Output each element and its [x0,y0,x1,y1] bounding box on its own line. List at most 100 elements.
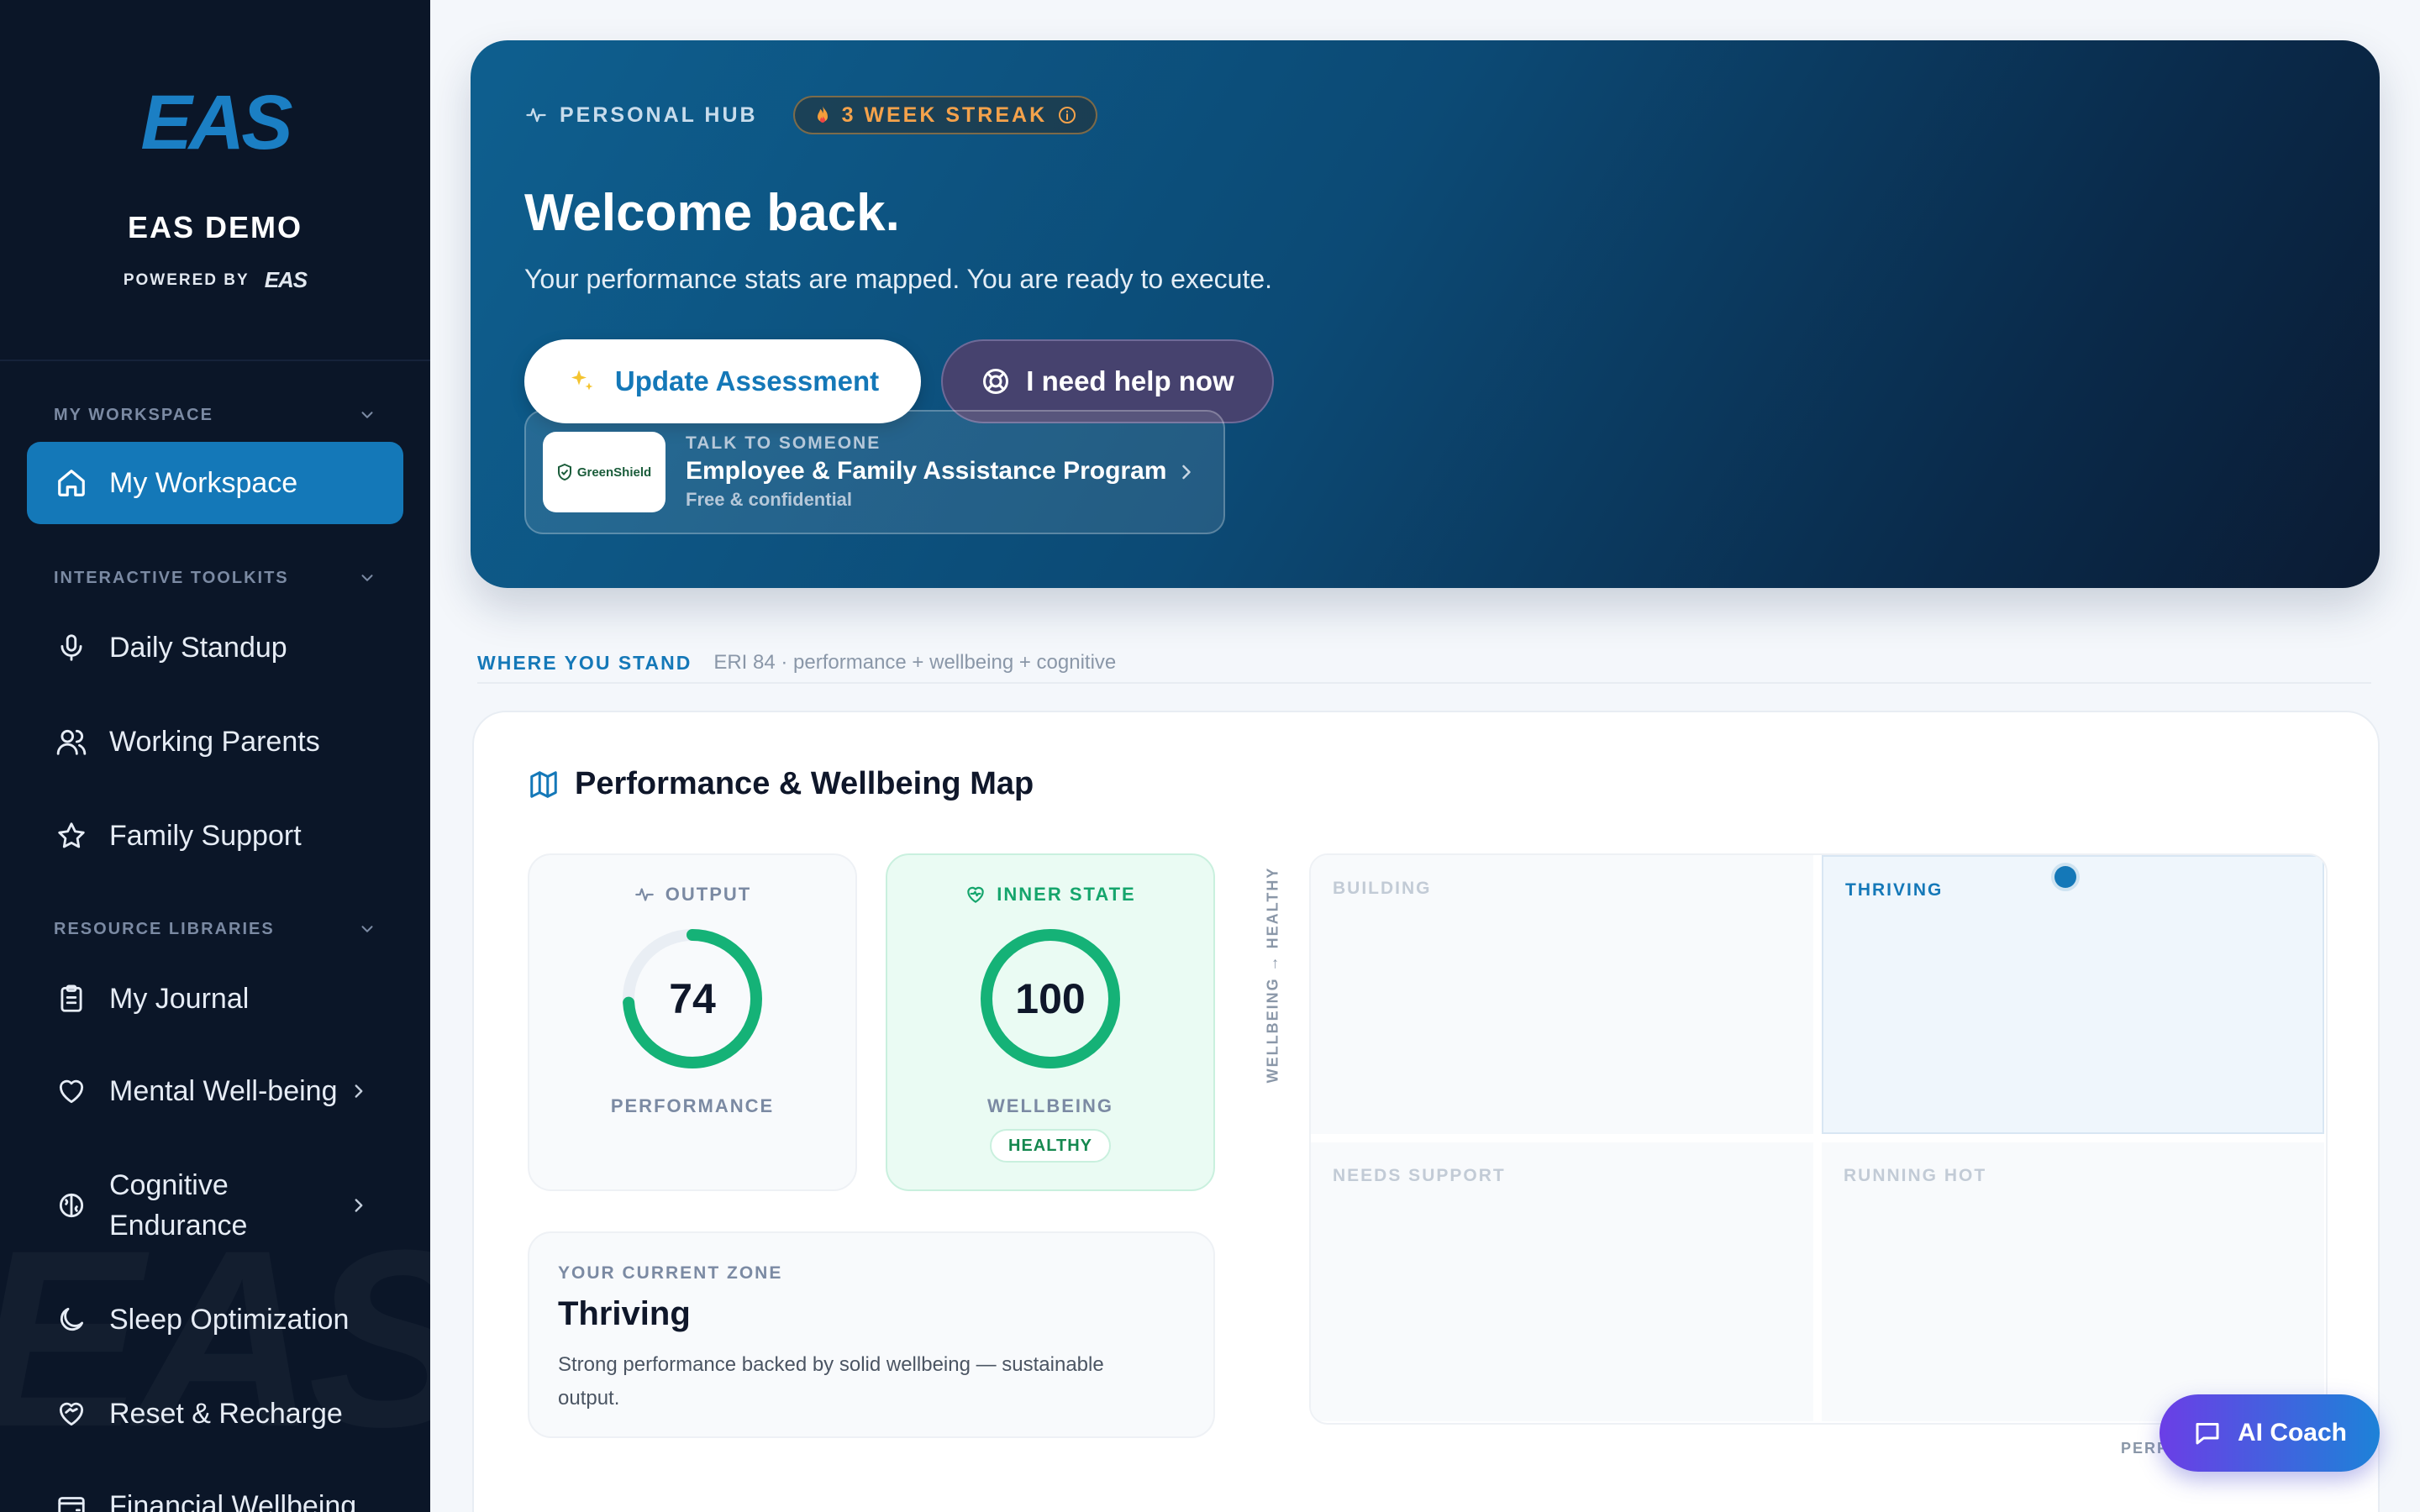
output-head-label: OUTPUT [665,884,752,905]
sidebar-item-label-line2: Endurance [109,1210,248,1242]
map-icon [530,770,557,798]
info-icon[interactable] [1057,105,1077,125]
eri-summary: ERI 84 · performance + wellbeing + cogni… [713,651,1117,674]
sidebar-item-cognitive-endurance[interactable]: Cognitive Endurance [27,1164,403,1247]
zone-title: Thriving [558,1295,691,1332]
activity-icon [526,108,546,123]
zone-kicker: YOUR CURRENT ZONE [558,1263,783,1283]
wallet-icon [58,1497,85,1512]
sidebar-item-label: Financial Wellbeing [109,1489,357,1512]
section-my-workspace[interactable]: MY WORKSPACE [0,398,430,432]
streak-badge[interactable]: 3 WEEK STREAK [792,96,1098,134]
y-axis-label: WELLBEING → HEALTHY [1260,866,1286,1083]
eap-kicker: TALK TO SOMEONE [686,433,881,453]
inner-state-head: INNER STATE [965,884,1135,906]
powered-by: POWERED BY EAS [124,267,308,293]
org-name: EAS DEMO [127,210,303,244]
sidebar-item-sleep-optimization[interactable]: Sleep Optimization [27,1278,403,1361]
star-icon [58,822,85,848]
sidebar-item-reset-recharge[interactable]: Reset & Recharge [27,1373,403,1455]
sidebar-item-label-line1: Cognitive [109,1169,229,1201]
sidebar: EAS EAS EAS DEMO POWERED BY EAS MY WORKS… [0,0,430,1512]
quadrant-label: NEEDS SUPPORT [1333,1166,1506,1185]
users-icon [56,729,87,755]
clipboard-icon [60,984,82,1012]
flame-icon [817,106,828,123]
ai-coach-button[interactable]: AI Coach [2160,1394,2380,1472]
inner-state-head-label: INNER STATE [997,884,1136,905]
chevron-right-icon [1182,465,1191,480]
output-head: OUTPUT [634,884,751,906]
heart-handshake-icon [59,1402,84,1426]
wellbeing-ring: 100 [979,927,1122,1070]
section-label: INTERACTIVE TOOLKITS [54,568,289,587]
y-axis-text: WELLBEING → HEALTHY [1264,866,1281,1083]
microphone-icon [60,634,82,661]
quadrant-thriving[interactable]: THRIVING [1822,855,2324,1134]
quadrant-grid: BUILDING THRIVING NEEDS SUPPORT RUNNING … [1309,853,2328,1425]
quadrant-label: THRIVING [1845,880,1944,900]
sidebar-item-financial-wellbeing[interactable]: Financial Wellbeing [27,1465,403,1512]
quadrant-running-hot[interactable]: RUNNING HOT [1822,1142,2324,1421]
status-badge: HEALTHY [990,1129,1111,1163]
performance-ring: 74 [621,927,764,1070]
lifebuoy-icon [983,369,1009,394]
greenshield-logo: GreenShield [543,432,666,512]
quadrant-label: BUILDING [1333,879,1432,898]
eap-title: Employee & Family Assistance Program [686,457,1167,485]
chevron-down-icon [361,412,373,418]
heart-pulse-icon [967,886,985,903]
eas-logo[interactable]: EAS [140,84,292,161]
sidebar-item-daily-standup[interactable]: Daily Standup [27,606,403,689]
welcome-hero: PERSONAL HUB 3 WEEK STREAK Welcome back.… [471,40,2380,588]
welcome-subtitle: Your performance stats are mapped. You a… [524,264,1273,294]
moon-icon [60,1307,84,1331]
home-icon [58,470,85,496]
zone-description: Strong performance backed by solid wellb… [558,1353,1104,1410]
quadrant-label: RUNNING HOT [1844,1166,1987,1185]
welcome-title: Welcome back. [524,184,900,242]
sidebar-item-label: Cognitive Endurance [109,1165,247,1246]
brain-icon [59,1193,84,1218]
sidebar-item-label: Family Support [109,819,302,852]
eap-note: Free & confidential [686,489,853,510]
sidebar-item-my-journal[interactable]: My Journal [27,958,403,1040]
chevron-down-icon [361,926,373,932]
chevron-right-icon [355,1199,363,1212]
where-you-stand-bar: WHERE YOU STAND ERI 84 · performance + w… [477,643,2371,684]
output-stat-card: OUTPUT 74 PERFORMANCE [528,853,857,1191]
quadrant-building[interactable]: BUILDING [1311,855,1813,1134]
sparkles-icon [571,370,593,391]
section-label: RESOURCE LIBRARIES [54,919,275,938]
map-header: Performance & Wellbeing Map [528,766,1034,802]
sidebar-item-working-parents[interactable]: Working Parents [27,701,403,783]
wellbeing-score: 100 [1015,975,1086,1022]
eap-text: TALK TO SOMEONE Employee & Family Assist… [686,433,1166,511]
performance-wellbeing-map: Performance & Wellbeing Map OUTPUT 74 PE… [472,711,2380,1512]
position-marker[interactable] [2054,866,2076,888]
wellbeing-label: WELLBEING [987,1095,1113,1116]
section-resource-libraries[interactable]: RESOURCE LIBRARIES [0,912,430,946]
sidebar-item-label: Mental Well-being [109,1074,338,1107]
where-you-stand-label: WHERE YOU STAND [477,651,692,674]
performance-score: 74 [669,975,716,1022]
activity-icon [634,888,654,901]
sidebar-item-mental-wellbeing[interactable]: Mental Well-being [27,1050,403,1132]
sidebar-item-label: My Workspace [109,466,298,499]
streak-label: 3 WEEK STREAK [841,102,1048,127]
chevron-right-icon [355,1084,363,1098]
performance-label: PERFORMANCE [610,1095,775,1116]
chevron-down-icon [361,575,373,581]
sidebar-item-label: My Journal [109,982,250,1015]
shield-icon [557,464,571,480]
sidebar-item-label: Daily Standup [109,631,287,664]
quadrant-needs-support[interactable]: NEEDS SUPPORT [1311,1142,1813,1421]
sidebar-item-family-support[interactable]: Family Support [27,795,403,877]
heart-icon [59,1079,84,1104]
section-interactive-toolkits[interactable]: INTERACTIVE TOOLKITS [0,561,430,595]
section-label: MY WORKSPACE [54,405,213,424]
sidebar-item-my-workspace[interactable]: My Workspace [27,442,403,524]
current-zone-card: YOUR CURRENT ZONE Thriving Strong perfor… [528,1231,1215,1438]
eap-card[interactable]: GreenShield TALK TO SOMEONE Employee & F… [524,410,1225,534]
hero-badges: PERSONAL HUB 3 WEEK STREAK [524,96,1098,134]
